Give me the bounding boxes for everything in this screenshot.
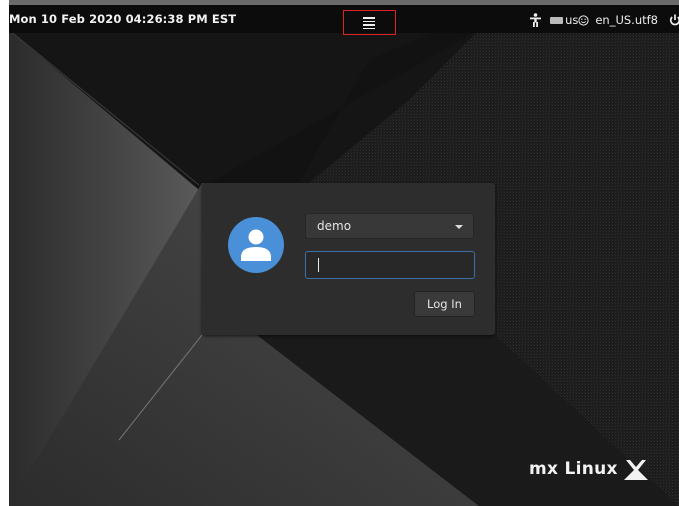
mx-linux-logo: mx Linux xyxy=(529,456,648,482)
keyboard-icon xyxy=(550,16,564,24)
mx-logo-icon xyxy=(623,460,648,480)
logo-text: mx Linux xyxy=(529,459,618,479)
log-in-button[interactable]: Log In xyxy=(414,291,475,317)
locale-indicator[interactable]: en_US.utf8 xyxy=(595,13,658,27)
power-icon xyxy=(669,14,679,26)
lightdm-greeter-screen: Mon 10 Feb 2020 04:26:38 PM EST us en_US… xyxy=(9,0,679,506)
login-dialog: demo Log In xyxy=(202,183,495,335)
chevron-down-icon xyxy=(455,225,463,229)
keyboard-layout-label: us xyxy=(565,13,579,27)
smiley-icon xyxy=(578,14,589,26)
accessibility-indicator[interactable] xyxy=(530,13,542,27)
accessibility-person-icon xyxy=(530,13,542,27)
user-avatar-icon xyxy=(228,217,284,273)
session-menu-button[interactable] xyxy=(343,10,396,35)
top-panel: Mon 10 Feb 2020 04:26:38 PM EST us en_US… xyxy=(9,5,679,35)
password-input[interactable] xyxy=(305,251,475,279)
keyboard-layout-indicator[interactable]: us xyxy=(550,13,578,27)
text-cursor xyxy=(318,258,319,272)
hamburger-menu-icon xyxy=(363,17,375,31)
panel-indicators: us en_US.utf8 xyxy=(530,10,679,30)
selected-user: demo xyxy=(317,219,352,233)
clock: Mon 10 Feb 2020 04:26:38 PM EST xyxy=(9,12,237,26)
power-button[interactable] xyxy=(669,14,679,26)
session-indicator[interactable] xyxy=(578,14,589,26)
user-select-dropdown[interactable]: demo xyxy=(305,213,474,239)
